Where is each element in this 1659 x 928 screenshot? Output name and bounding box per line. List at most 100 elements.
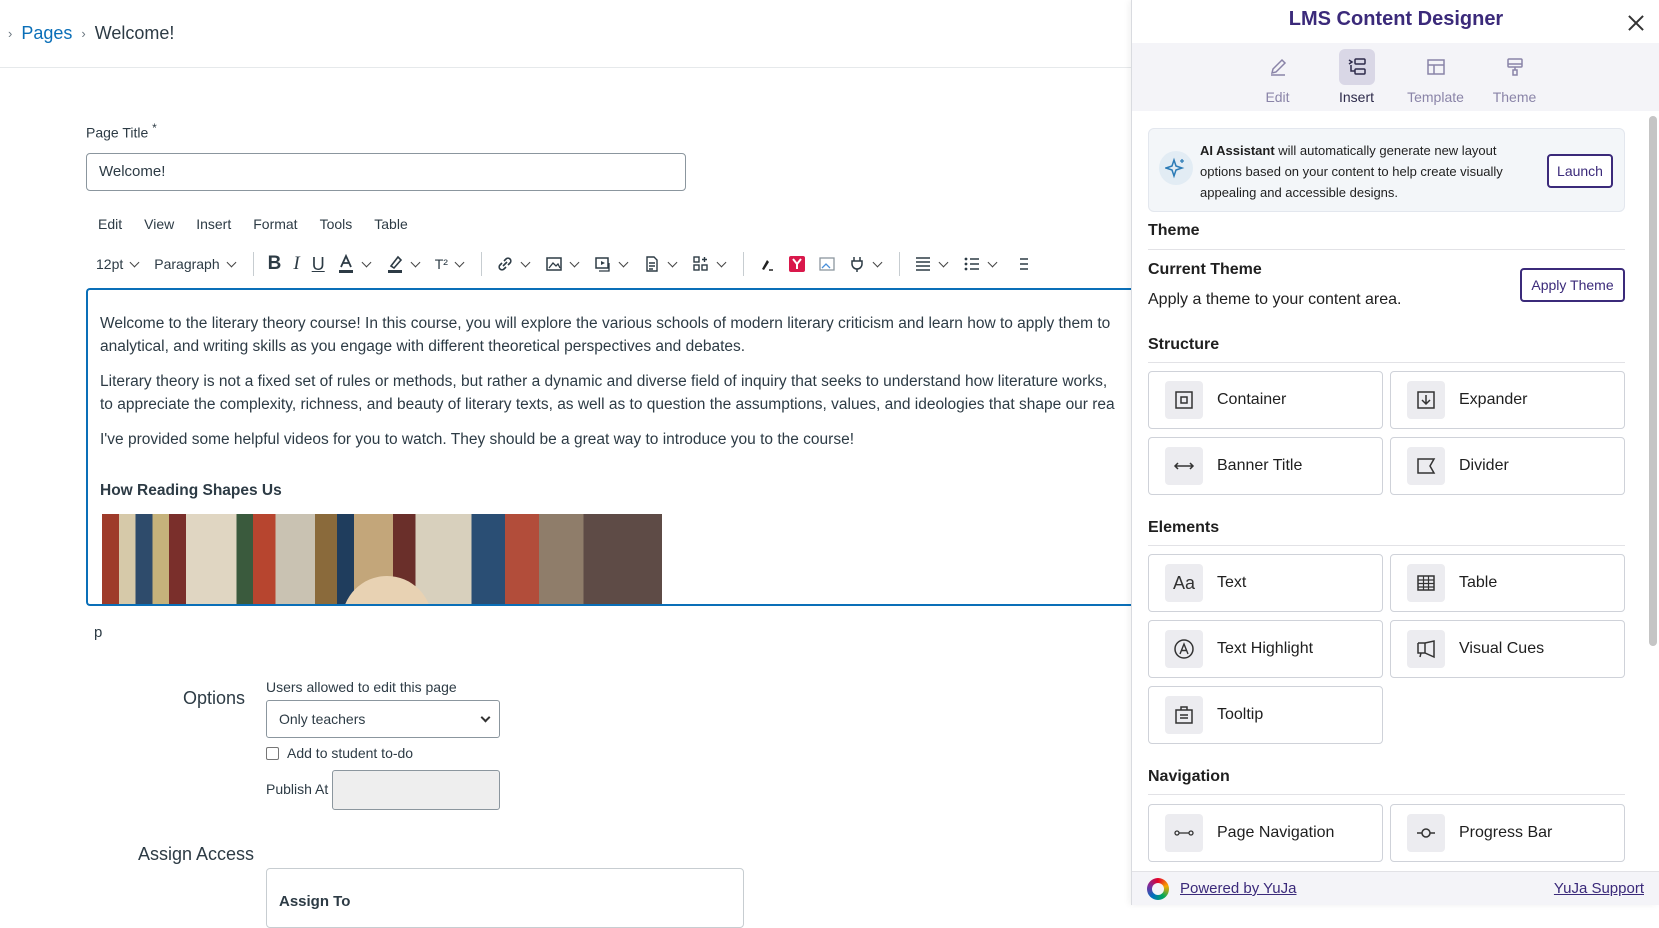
paragraph-1a: Welcome to the literary theory course! I… (100, 315, 1111, 332)
toolbar-divider (480, 252, 482, 276)
superscript-button[interactable]: T² (429, 249, 473, 279)
launch-button[interactable]: Launch (1547, 154, 1613, 188)
tile-text[interactable]: Aa Text (1148, 554, 1383, 612)
structure-section-heading: Structure (1148, 336, 1220, 353)
image-icon (546, 257, 562, 271)
block-format-dropdown[interactable]: Paragraph (148, 249, 244, 279)
editor-element-path[interactable]: p (94, 624, 102, 641)
panel-tabs: Edit Insert Template Theme (1132, 43, 1659, 111)
chevron-down-icon (667, 257, 678, 268)
ai-assistant-text: AI Assistant will automatically generate… (1200, 143, 1503, 200)
text-color-button[interactable] (331, 249, 380, 279)
page-navigation-icon (1165, 814, 1203, 852)
italic-button[interactable]: I (287, 249, 305, 279)
chevron-down-icon (226, 257, 237, 268)
chevron-down-icon (938, 257, 949, 268)
broken-image-icon (819, 257, 835, 271)
assign-to-label: Assign To (279, 893, 351, 910)
section-divider (1148, 794, 1625, 795)
toolbar-divider (252, 252, 254, 276)
chevron-down-icon (520, 257, 531, 268)
document-button[interactable] (637, 249, 686, 279)
tab-theme[interactable]: Theme (1479, 43, 1550, 111)
tile-visual-cues[interactable]: Visual Cues (1390, 620, 1625, 678)
container-icon (1165, 381, 1203, 419)
tab-template[interactable]: Template (1400, 43, 1471, 111)
underline-button[interactable]: U (306, 249, 331, 279)
tab-insert[interactable]: Insert (1321, 43, 1392, 111)
tile-divider[interactable]: Divider (1390, 437, 1625, 495)
page-title-input[interactable]: Welcome! (86, 153, 686, 191)
highlight-circle-icon (1165, 630, 1203, 668)
tile-tooltip[interactable]: Tooltip (1148, 686, 1383, 744)
accessibility-tool-button[interactable] (842, 249, 891, 279)
image-button[interactable] (539, 249, 588, 279)
text-aa-icon: Aa (1165, 564, 1203, 602)
toolbar-divider (898, 252, 900, 276)
highlighter-icon (387, 255, 402, 273)
editor-menubar: Edit View Insert Format Tools Table (86, 214, 419, 234)
expander-icon (1407, 381, 1445, 419)
tooltip-icon (1165, 696, 1203, 734)
list-button[interactable] (957, 249, 1006, 279)
indent-button[interactable] (1006, 249, 1036, 279)
insert-icon (1338, 49, 1375, 85)
chevron-down-icon (361, 257, 372, 268)
signature-tool-button[interactable] (752, 249, 782, 279)
navigation-section-heading: Navigation (1148, 768, 1230, 785)
align-button[interactable] (908, 249, 957, 279)
publish-at-input[interactable] (332, 770, 500, 810)
panel-scrollbar[interactable] (1649, 116, 1657, 646)
tile-progress-bar[interactable]: Progress Bar (1390, 804, 1625, 862)
menu-view[interactable]: View (133, 214, 185, 234)
panel-footer: Powered by YuJa YuJa Support (1132, 871, 1659, 905)
student-todo-checkbox[interactable] (266, 746, 279, 760)
tile-table[interactable]: Table (1390, 554, 1625, 612)
tile-expander[interactable]: Expander (1390, 371, 1625, 429)
student-todo-row: Add to student to-do (266, 745, 413, 761)
highlight-button[interactable] (380, 249, 429, 279)
font-size-dropdown[interactable]: 12pt (90, 249, 148, 279)
apply-theme-button[interactable]: Apply Theme (1520, 268, 1625, 302)
media-button[interactable] (588, 249, 637, 279)
tile-container[interactable]: Container (1148, 371, 1383, 429)
powered-by-link[interactable]: Powered by YuJa (1180, 880, 1296, 897)
breadcrumb: › Pages › Welcome! (0, 0, 1135, 68)
page-title-label: Page Title * (86, 121, 157, 141)
tile-banner-title[interactable]: Banner Title (1148, 437, 1383, 495)
support-link[interactable]: YuJa Support (1554, 880, 1644, 897)
yuja-tool-button[interactable] (782, 249, 812, 279)
toolbar-divider (742, 252, 744, 276)
chevron-down-icon (129, 257, 140, 268)
megaphone-icon (1407, 630, 1445, 668)
media-icon (595, 257, 610, 272)
video-thumbnail-image[interactable] (102, 514, 662, 604)
menu-insert[interactable]: Insert (185, 214, 242, 234)
indent-icon (1019, 258, 1028, 270)
ai-assistant-card: AI Assistant will automatically generate… (1148, 128, 1625, 212)
edit-permission-select[interactable]: Only teachers (266, 700, 500, 738)
embed-image-button[interactable] (812, 249, 842, 279)
tab-edit[interactable]: Edit (1242, 43, 1313, 111)
apps-button[interactable] (686, 249, 735, 279)
link-button[interactable] (490, 249, 539, 279)
chevron-down-icon (569, 257, 580, 268)
tile-page-navigation[interactable]: Page Navigation (1148, 804, 1383, 862)
paint-brush-icon (1497, 49, 1533, 85)
bold-button[interactable]: B (262, 249, 288, 279)
menu-table[interactable]: Table (363, 214, 418, 234)
tile-text-highlight[interactable]: Text Highlight (1148, 620, 1383, 678)
divider-icon (1407, 447, 1445, 485)
rich-content-editor[interactable]: Welcome to the literary theory course! I… (86, 288, 1146, 606)
paragraph-2b: to appreciate the complexity, richness, … (100, 396, 1115, 413)
breadcrumb-pages-link[interactable]: Pages (21, 23, 72, 44)
text-color-icon (338, 254, 353, 273)
options-label: Options (183, 688, 246, 708)
menu-format[interactable]: Format (242, 214, 308, 234)
content-subheading: How Reading Shapes Us (100, 482, 282, 499)
pen-icon (761, 260, 773, 271)
menu-edit[interactable]: Edit (86, 214, 133, 234)
close-icon[interactable] (1625, 12, 1647, 34)
menu-tools[interactable]: Tools (309, 214, 364, 234)
link-icon (498, 257, 512, 271)
